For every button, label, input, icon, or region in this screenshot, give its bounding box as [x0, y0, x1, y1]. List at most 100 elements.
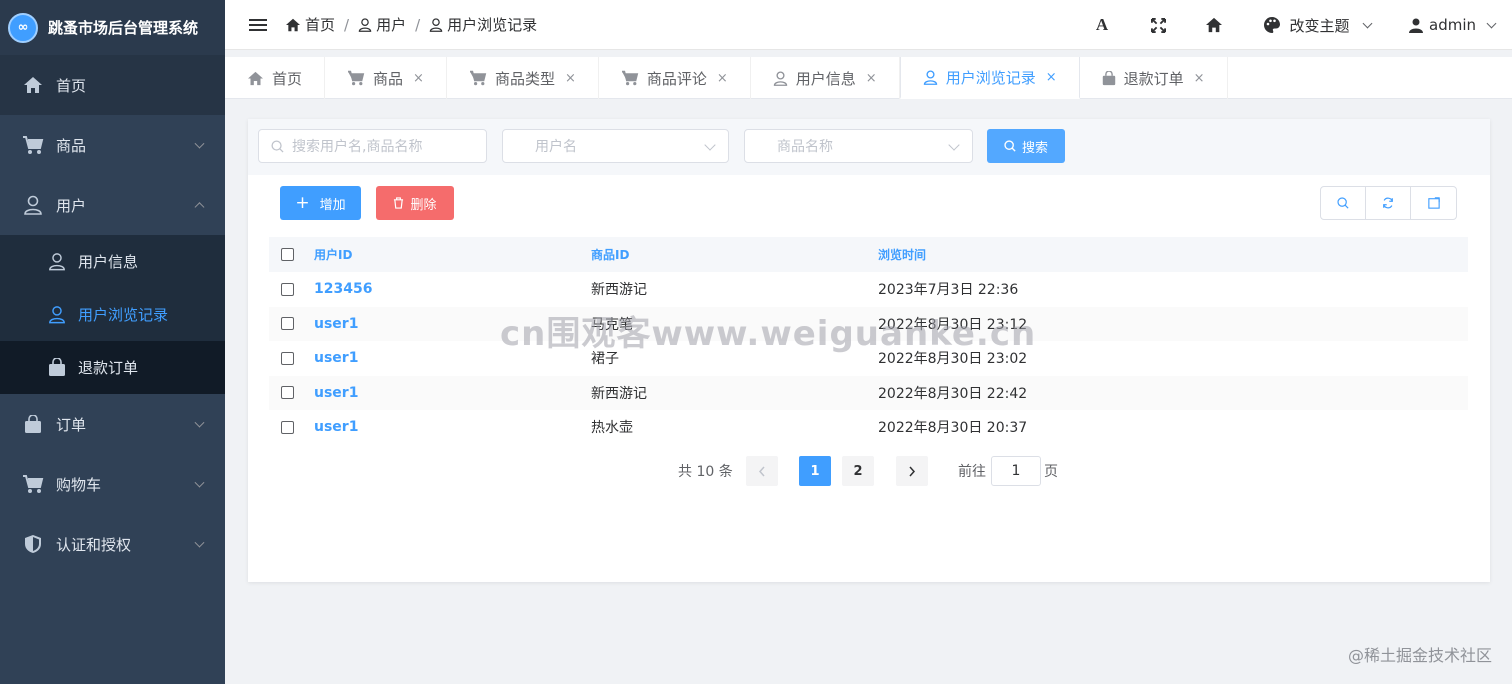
fullscreen-icon[interactable] [1130, 0, 1186, 50]
logo-area[interactable]: ∞ 跳蚤市场后台管理系统 [0, 0, 225, 55]
tab-goods-comment[interactable]: 商品评论 × [599, 57, 751, 99]
row-checkbox[interactable] [281, 351, 294, 365]
home-icon[interactable] [1186, 0, 1242, 50]
goods-placeholder: 商品名称 [777, 139, 833, 155]
theme-label: 改变主题 [1289, 16, 1350, 35]
sidebar-item-label: 用户 [56, 196, 87, 215]
columns-icon[interactable] [1411, 187, 1456, 219]
close-icon[interactable]: × [565, 71, 576, 86]
close-icon[interactable]: × [1046, 70, 1057, 85]
sidebar-item-user-info[interactable]: 用户信息 [0, 235, 225, 288]
cell-goods-id: 新西游记 [591, 385, 647, 402]
table-row[interactable]: user1 新西游记 2022年8月30日 22:42 [269, 375, 1468, 410]
user-icon [429, 17, 443, 32]
chevron-up-icon [194, 202, 205, 213]
cell-user-id: user1 [314, 350, 359, 367]
column-header-user-id[interactable]: 用户ID [314, 246, 352, 263]
row-checkbox[interactable] [281, 317, 294, 331]
keyword-search-input[interactable]: 搜索用户名,商品名称 [258, 129, 487, 163]
goto-label: 前往 [958, 464, 986, 480]
sidebar-item-label: 用户信息 [78, 253, 139, 271]
user-submenu: 用户信息 用户浏览记录 退款订单 [0, 235, 225, 394]
next-page-button[interactable] [896, 456, 928, 486]
column-header-goods-id[interactable]: 商品ID [591, 246, 629, 263]
user-icon [358, 17, 372, 32]
row-checkbox[interactable] [281, 282, 294, 296]
sidebar-item-user-browse[interactable]: 用户浏览记录 [0, 288, 225, 341]
sidebar-item-home[interactable]: 首页 [0, 55, 225, 115]
sidebar-item-label: 订单 [56, 415, 87, 434]
bag-icon [1102, 70, 1115, 85]
search-button[interactable]: 搜索 [987, 129, 1065, 163]
close-icon[interactable]: × [1194, 71, 1205, 86]
hamburger-icon[interactable] [249, 18, 267, 31]
close-icon[interactable]: × [413, 71, 424, 86]
user-dropdown[interactable]: admin [1392, 0, 1512, 50]
chevron-down-icon [1486, 18, 1497, 28]
select-all-checkbox[interactable] [281, 248, 294, 261]
sidebar-item-user[interactable]: 用户 [0, 175, 225, 235]
chevron-down-icon [194, 537, 205, 548]
cell-browse-time: 2022年8月30日 22:42 [878, 385, 1028, 402]
pagination: 共 10 条 1 2 前往 1 页 [248, 456, 1490, 486]
tab-refund[interactable]: 退款订单 × [1080, 57, 1228, 99]
close-icon[interactable]: × [717, 71, 728, 86]
row-checkbox[interactable] [281, 420, 294, 434]
header-actions: A 改变主题 admin [1074, 0, 1512, 50]
close-icon[interactable]: × [866, 71, 877, 86]
delete-button[interactable]: 删除 [376, 186, 454, 220]
theme-dropdown[interactable]: 改变主题 [1242, 0, 1392, 50]
chevron-down-icon [194, 417, 205, 428]
font-size-button[interactable]: A [1074, 0, 1130, 50]
page-button-1[interactable]: 1 [799, 456, 831, 486]
palette-icon [1264, 17, 1281, 33]
goods-select[interactable]: 商品名称 [744, 129, 973, 163]
table-row[interactable]: user1 热水壶 2022年8月30日 20:37 [269, 410, 1468, 445]
shield-icon [22, 533, 44, 555]
tabs-bar: 首页 商品 × 商品类型 × 商品评论 × 用户信息 × 用户浏览记录 × 退款… [225, 57, 1512, 99]
tab-user-info[interactable]: 用户信息 × [751, 57, 900, 99]
breadcrumb-user[interactable]: 用户 [358, 14, 406, 35]
chevron-left-icon [758, 466, 765, 476]
cell-user-id: user1 [314, 419, 359, 436]
cart-icon [348, 70, 365, 86]
column-header-browse-time[interactable]: 浏览时间 [878, 246, 926, 263]
goto-page-input[interactable]: 1 [991, 456, 1041, 486]
sidebar-item-label: 认证和授权 [56, 535, 132, 554]
sidebar-item-order[interactable]: 订单 [0, 394, 225, 454]
pagination-total: 共 10 条 [678, 464, 733, 480]
sidebar-item-cart[interactable]: 购物车 [0, 454, 225, 514]
breadcrumb-home[interactable]: 首页 [285, 14, 335, 35]
page-unit-label: 页 [1044, 464, 1058, 480]
cart-icon [22, 134, 44, 156]
cell-user-id: 123456 [314, 281, 373, 298]
username-select[interactable]: 用户名 [502, 129, 729, 163]
user-icon [46, 304, 68, 326]
credit-text: @稀土掘金技术社区 [1347, 646, 1492, 665]
add-button[interactable]: + 增加 [280, 186, 361, 220]
home-icon [286, 18, 300, 31]
breadcrumb: 首页 / 用户 / 用户浏览记录 [285, 14, 537, 35]
sidebar-item-label: 商品 [56, 136, 87, 155]
sidebar-item-refund[interactable]: 退款订单 [0, 341, 225, 394]
bag-icon [22, 413, 44, 435]
tab-goods-type[interactable]: 商品类型 × [447, 57, 599, 99]
bag-icon [46, 357, 68, 379]
breadcrumb-current: 用户浏览记录 [429, 14, 537, 35]
tab-home[interactable]: 首页 [225, 57, 326, 99]
sidebar-item-auth[interactable]: 认证和授权 [0, 514, 225, 574]
page-button-2[interactable]: 2 [842, 456, 874, 486]
search-icon [271, 139, 284, 153]
row-checkbox[interactable] [281, 386, 294, 400]
app-title: 跳蚤市场后台管理系统 [48, 19, 199, 37]
sidebar-item-goods[interactable]: 商品 [0, 115, 225, 175]
user-icon [773, 70, 787, 86]
tab-user-browse[interactable]: 用户浏览记录 × [899, 57, 1080, 99]
refresh-icon[interactable] [1366, 187, 1411, 219]
cell-browse-time: 2023年7月3日 22:36 [878, 282, 1019, 299]
tab-goods[interactable]: 商品 × [325, 57, 447, 99]
sidebar-item-label: 用户浏览记录 [78, 306, 169, 324]
table-row[interactable]: 123456 新西游记 2023年7月3日 22:36 [269, 272, 1468, 307]
prev-page-button[interactable] [746, 456, 778, 486]
toggle-search-icon[interactable] [1321, 187, 1366, 219]
